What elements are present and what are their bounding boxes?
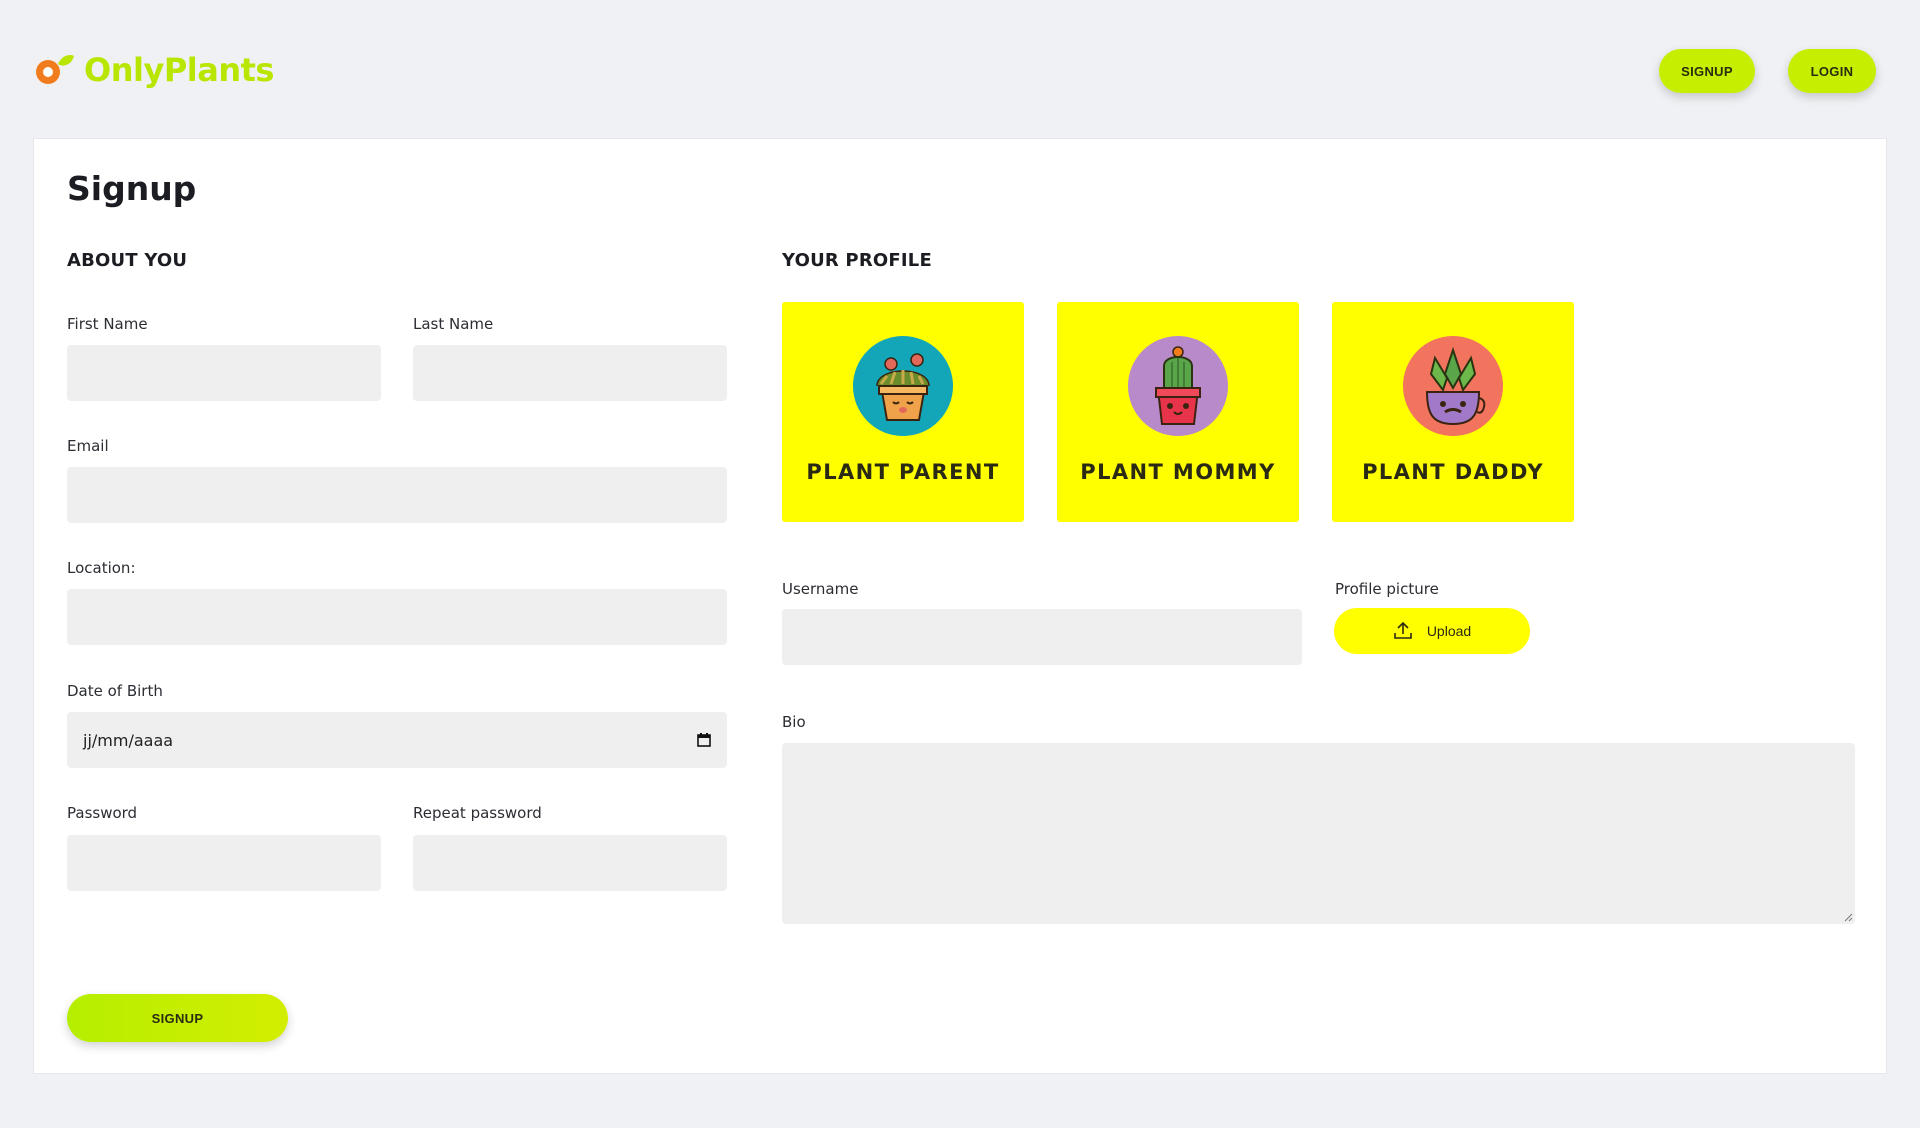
dob-input[interactable]: jj/mm/aaaa bbox=[67, 712, 727, 768]
plant-mommy-icon bbox=[1155, 346, 1201, 425]
username-label: Username bbox=[782, 580, 859, 598]
first-name-input[interactable] bbox=[67, 345, 381, 401]
bio-label: Bio bbox=[782, 713, 806, 731]
avatar bbox=[853, 336, 953, 436]
profile-type-plant-mommy[interactable]: PLANT MOMMY bbox=[1057, 302, 1299, 522]
bio-textarea[interactable] bbox=[782, 743, 1855, 924]
location-input[interactable] bbox=[67, 589, 727, 645]
upload-label: Upload bbox=[1426, 623, 1472, 639]
repeat-password-label: Repeat password bbox=[413, 804, 542, 822]
dob-placeholder: jj/mm/aaaa bbox=[83, 730, 174, 750]
calendar-icon[interactable] bbox=[697, 733, 711, 747]
profile-picture-label: Profile picture bbox=[1335, 580, 1439, 598]
signup-card: Signup ABOUT YOU First Name Last Name Em… bbox=[33, 138, 1887, 1074]
profile-type-label: PLANT DADDY bbox=[1362, 460, 1544, 484]
plant-daddy-icon bbox=[1425, 346, 1486, 426]
brand-name: OnlyPlants bbox=[84, 51, 274, 89]
nav-login-button[interactable]: LOGIN bbox=[1788, 49, 1876, 93]
email-label: Email bbox=[67, 437, 109, 455]
page-title: Signup bbox=[67, 169, 197, 208]
nav-signup-button[interactable]: SIGNUP bbox=[1659, 49, 1755, 93]
profile-type-plant-parent[interactable]: PLANT PARENT bbox=[782, 302, 1024, 522]
username-input[interactable] bbox=[782, 609, 1302, 665]
avatar bbox=[1128, 336, 1228, 436]
dob-label: Date of Birth bbox=[67, 682, 163, 700]
password-input[interactable] bbox=[67, 835, 381, 891]
logo-icon bbox=[36, 54, 74, 84]
upload-button[interactable]: Upload bbox=[1334, 608, 1530, 654]
password-label: Password bbox=[67, 804, 138, 822]
last-name-label: Last Name bbox=[413, 315, 494, 333]
top-bar: OnlyPlants SIGNUP LOGIN bbox=[0, 0, 1920, 138]
profile-type-plant-daddy[interactable]: PLANT DADDY bbox=[1332, 302, 1574, 522]
last-name-input[interactable] bbox=[413, 345, 727, 401]
plant-parent-icon bbox=[876, 353, 930, 421]
upload-icon bbox=[1394, 622, 1412, 639]
email-input[interactable] bbox=[67, 467, 727, 523]
about-you-heading: ABOUT YOU bbox=[67, 250, 188, 271]
location-label: Location: bbox=[67, 559, 136, 577]
logo[interactable]: OnlyPlants bbox=[32, 48, 274, 92]
profile-type-label: PLANT MOMMY bbox=[1080, 460, 1276, 484]
repeat-password-input[interactable] bbox=[413, 835, 727, 891]
resize-handle-icon[interactable] bbox=[1843, 912, 1853, 922]
avatar bbox=[1403, 336, 1503, 436]
first-name-label: First Name bbox=[67, 315, 148, 333]
your-profile-heading: YOUR PROFILE bbox=[782, 250, 932, 271]
signup-submit-button[interactable]: SIGNUP bbox=[67, 994, 288, 1042]
profile-type-label: PLANT PARENT bbox=[806, 460, 1000, 484]
